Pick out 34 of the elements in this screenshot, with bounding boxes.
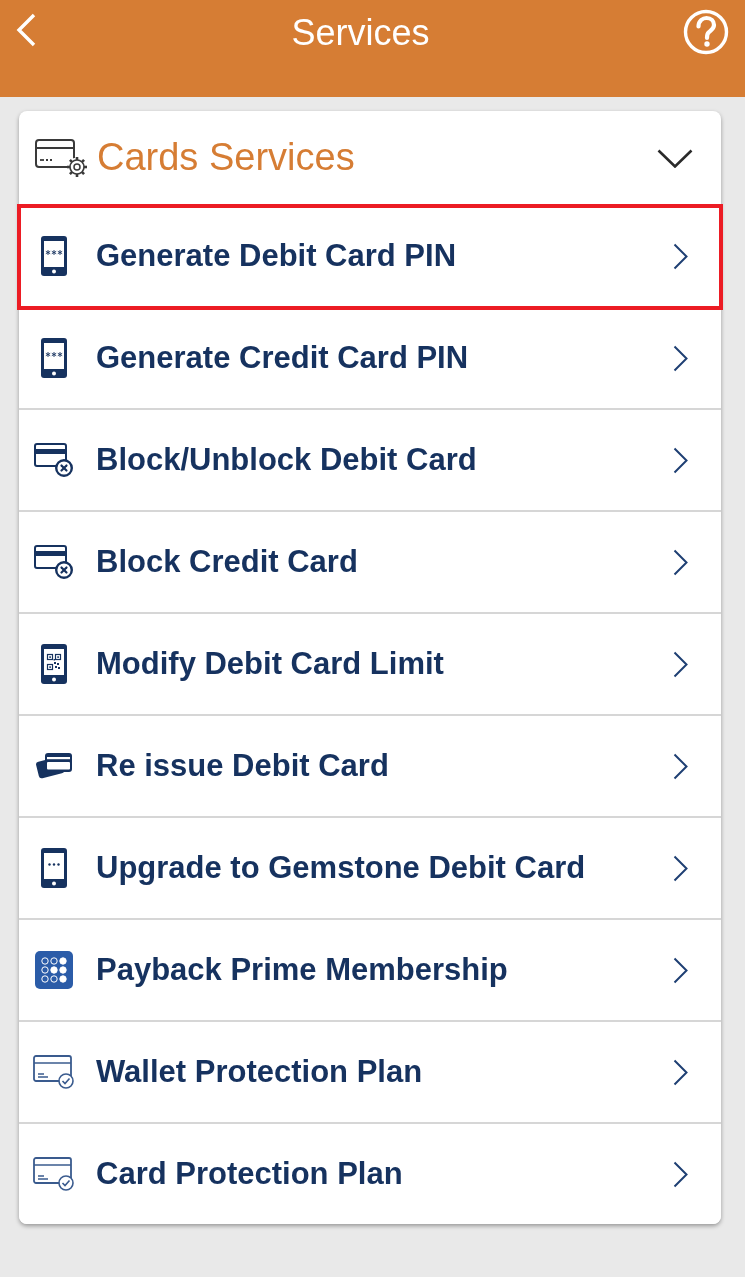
chevron-right-icon — [673, 752, 688, 780]
menu-item[interactable]: Block/Unblock Debit Card — [19, 410, 721, 512]
chevron-right-icon — [673, 956, 688, 984]
chevron-right-icon — [673, 242, 688, 270]
menu-item[interactable]: Generate Credit Card PIN — [19, 308, 721, 410]
menu-item[interactable]: Re issue Debit Card — [19, 716, 721, 818]
menu-item[interactable]: Modify Debit Card Limit — [19, 614, 721, 716]
chevron-right-icon — [673, 548, 688, 576]
chevron-right-icon — [673, 854, 688, 882]
page-title: Services — [291, 12, 430, 54]
card-check-icon — [33, 1157, 75, 1191]
chevron-right-icon — [673, 446, 688, 474]
dot-grid-icon — [35, 951, 73, 989]
phone-qr-icon — [41, 644, 67, 684]
chevron-right-icon — [673, 1058, 688, 1086]
menu-item[interactable]: Wallet Protection Plan — [19, 1022, 721, 1124]
phone-dots-icon — [41, 848, 67, 888]
menu-item[interactable]: Payback Prime Membership — [19, 920, 721, 1022]
phone-icon — [41, 338, 67, 378]
chevron-right-icon — [673, 650, 688, 678]
chevron-right-icon — [673, 344, 688, 372]
card-x-icon — [34, 443, 74, 477]
cards-icon — [35, 751, 73, 781]
chevron-right-icon — [673, 1160, 688, 1188]
menu-item[interactable]: Card Protection Plan — [19, 1124, 721, 1224]
card-x-icon — [34, 545, 74, 579]
phone-icon — [41, 236, 67, 276]
card-check-icon — [33, 1055, 75, 1089]
menu-item[interactable]: Generate Debit Card PIN — [19, 206, 721, 308]
menu-item[interactable]: Block Credit Card — [19, 512, 721, 614]
menu-item[interactable]: Upgrade to Gemstone Debit Card — [19, 818, 721, 920]
help-button[interactable] — [683, 9, 729, 55]
back-button[interactable] — [14, 13, 38, 47]
card-gear-icon — [35, 138, 89, 179]
